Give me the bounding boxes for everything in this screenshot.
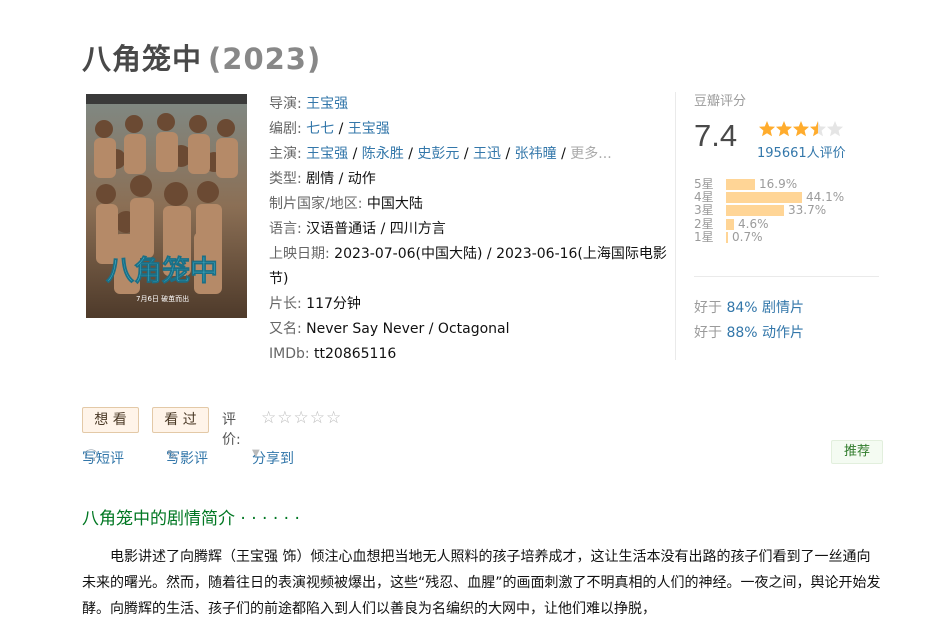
language-row: 语言: 汉语普通话 / 四川方言 (269, 217, 669, 242)
genre-value: 动作 (347, 171, 376, 187)
director-row: 导演: 王宝强 (269, 92, 669, 117)
rating-count-link[interactable]: 195661人评价 (757, 142, 846, 161)
bar-label: 3星 (694, 203, 714, 218)
rating-panel: 豆瓣评分 7.4 195661人评价 5星 16.9% 4星 44.1% 3星 33.… (694, 90, 884, 243)
movie-info: 导演: 王宝强 编剧: 七七 / 王宝强 主演: 王宝强 / 陈永胜 / 史彭元… (269, 92, 669, 367)
cast-link[interactable]: 张祎曈 (515, 146, 557, 162)
genre-value: 剧情 (306, 171, 335, 187)
writer-link[interactable]: 七七 (306, 121, 334, 137)
writer-link[interactable]: 王宝强 (348, 121, 390, 137)
bar-percent: 44.1% (806, 190, 845, 205)
star-icon (776, 121, 792, 137)
write-short-review-label: 写短评 (82, 451, 124, 467)
bar-percent: 16.9% (759, 177, 798, 191)
title-text: 八角笼中 (82, 42, 203, 76)
star-icon (810, 121, 826, 137)
bar-label: 4星 (694, 190, 714, 205)
star-icon (759, 121, 775, 137)
better-prefix: 好于 (694, 325, 722, 341)
runtime-row: 片长: 117分钟 (269, 292, 669, 317)
release-row: 上映日期: 2023-07-06(中国大陆) / 2023-06-16(上海国际… (269, 242, 669, 292)
country-row: 制片国家/地区: 中国大陆 (269, 192, 669, 217)
rate-stars-input[interactable]: ☆☆☆☆☆ (261, 408, 342, 428)
director-label: 导演: (269, 96, 302, 112)
imdb-value: tt20865116 (314, 346, 397, 362)
better-than-list: 好于 84% 剧情片 好于 88% 动作片 (694, 296, 804, 346)
genre-label: 类型: (269, 171, 302, 187)
bar-label: 5星 (694, 177, 714, 191)
want-to-see-button[interactable]: 想 看 (82, 407, 139, 433)
poster-image: 八角笼中 7月6日 破茧而出 (86, 94, 247, 318)
movie-poster[interactable]: 八角笼中 7月6日 破茧而出 (86, 94, 247, 318)
vertical-divider (675, 92, 676, 360)
better-than-item: 好于 84% 剧情片 (694, 296, 804, 321)
cast-link[interactable]: 王宝强 (306, 146, 348, 162)
genre-row: 类型: 剧情 / 动作 (269, 171, 376, 187)
cast-link[interactable]: 史彭元 (417, 146, 459, 162)
poster-caption: 八角笼中 (106, 254, 218, 287)
rate-label: 评价: (222, 412, 241, 448)
better-than-item: 好于 88% 动作片 (694, 321, 804, 346)
seen-button[interactable]: 看 过 (152, 407, 209, 433)
caret-down-icon: ▼ (252, 448, 260, 459)
synopsis-heading: 八角笼中的剧情简介 · · · · · · (82, 509, 300, 529)
cast-link[interactable]: 陈永胜 (362, 146, 404, 162)
star-icon (827, 121, 843, 137)
better-prefix: 好于 (694, 300, 722, 316)
bar-fill (726, 218, 734, 230)
director-link[interactable]: 王宝强 (306, 96, 348, 112)
imdb-row: IMDb: tt20865116 (269, 342, 669, 367)
language-label: 语言: (269, 221, 302, 237)
runtime-label: 片长: (269, 296, 302, 312)
bar-percent: 4.6% (738, 216, 769, 231)
bar-percent: 0.7% (732, 229, 763, 244)
imdb-label: IMDb: (269, 346, 310, 362)
bar-fill (726, 192, 802, 204)
movie-title: 八角笼中 (2023) (82, 36, 321, 78)
rating-stars-icon (759, 121, 843, 137)
release-label: 上映日期: (269, 246, 330, 262)
rating-label: 豆瓣评分 (694, 94, 747, 109)
better-link[interactable]: 88% 动作片 (726, 325, 804, 341)
rating-divider (694, 276, 879, 277)
write-review-label: 写影评 (166, 451, 208, 467)
runtime-value: 117分钟 (306, 296, 361, 312)
country-value: 中国大陆 (366, 196, 423, 212)
bar-fill (726, 231, 728, 243)
bar-fill (726, 205, 784, 217)
bar-label: 1星 (694, 229, 714, 244)
cast-label: 主演: (269, 146, 302, 162)
writer-label: 编剧: (269, 121, 302, 137)
synopsis-text: 电影讲述了向腾辉（王宝强 饰）倾注心血想把当地无人照料的孩子培养成才，这让生活本… (82, 549, 881, 617)
aka-label: 又名: (269, 321, 302, 337)
bar-label: 2星 (694, 216, 714, 231)
better-link[interactable]: 84% 剧情片 (726, 300, 804, 316)
aka-row: 又名: Never Say Never / Octagonal (269, 317, 669, 342)
poster-date: 7月6日 破茧而出 (136, 294, 189, 303)
country-label: 制片国家/地区: (269, 196, 363, 212)
recommend-button[interactable]: 推荐 (831, 440, 883, 464)
title-year: (2023) (208, 42, 322, 76)
cast-more-link[interactable]: 更多... (570, 146, 611, 162)
writer-row: 编剧: 七七 / 王宝强 (269, 121, 390, 137)
cast-link[interactable]: 王迅 (473, 146, 501, 162)
rating-score: 7.4 (694, 118, 738, 153)
cast-row: 主演: 王宝强 / 陈永胜 / 史彭元 / 王迅 / 张祎曈 / 更多... (269, 146, 612, 162)
bar-percent: 33.7% (788, 203, 827, 218)
aka-value: Never Say Never / Octagonal (306, 321, 510, 337)
star-icon (793, 121, 809, 137)
bar-fill (726, 179, 755, 190)
language-value: 汉语普通话 / 四川方言 (306, 221, 446, 237)
